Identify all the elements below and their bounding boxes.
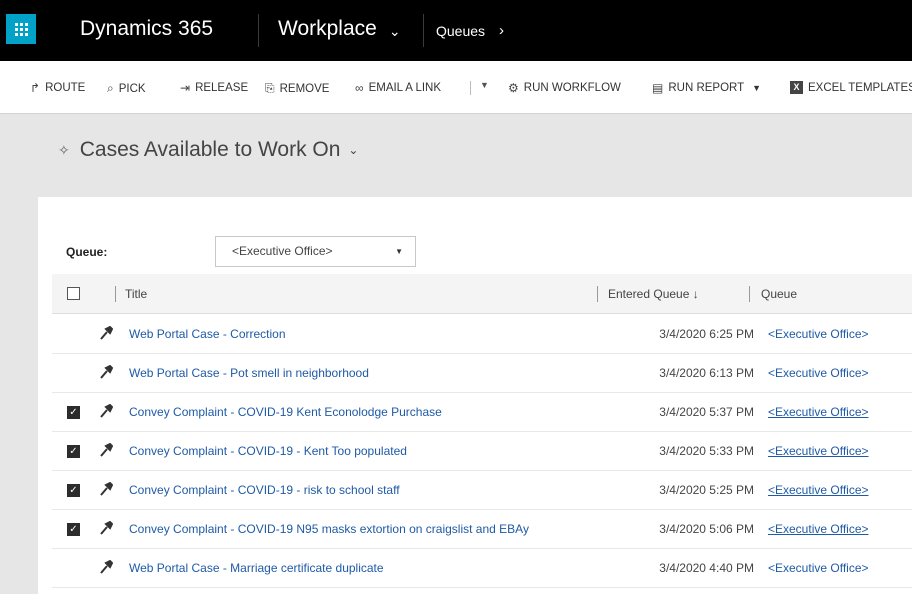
area-label: Workplace xyxy=(278,17,377,40)
excel-templates-button[interactable]: X EXCEL TEMPLATES xyxy=(790,81,912,94)
row-checkbox-checked[interactable]: ✓ xyxy=(67,523,80,536)
table-row[interactable]: ✓ Convey Complaint - COVID-19 - Kent Too… xyxy=(52,432,912,471)
entered-queue-date: 3/4/2020 5:25 PM xyxy=(659,483,754,497)
entered-queue-date: 3/4/2020 6:25 PM xyxy=(659,327,754,341)
queue-filter-label: Queue: xyxy=(66,245,108,259)
chevron-down-icon: ▼ xyxy=(395,247,403,256)
wrench-icon xyxy=(100,326,113,340)
queue-select[interactable]: <Executive Office> ▼ xyxy=(215,236,416,267)
area-switcher[interactable]: Workplace ⌄ xyxy=(278,17,401,41)
entered-queue-date: 3/4/2020 5:33 PM xyxy=(659,444,754,458)
select-all-checkbox[interactable] xyxy=(67,287,80,300)
column-header-title[interactable]: Title xyxy=(125,287,147,301)
route-icon: ↱ xyxy=(30,81,41,95)
view-selector[interactable]: ✧ Cases Available to Work On ⌄ xyxy=(58,138,358,162)
queue-link[interactable]: <Executive Office> xyxy=(768,522,869,536)
wrench-icon xyxy=(100,560,113,574)
wrench-icon xyxy=(100,443,113,457)
table-row[interactable]: Web Portal Case - Marriage certificate d… xyxy=(52,549,912,588)
workflow-icon: ⚙ xyxy=(508,81,519,95)
remove-label: REMOVE xyxy=(279,82,330,95)
queue-link[interactable]: <Executive Office> xyxy=(768,483,869,497)
table-row[interactable]: ✓ Convey Complaint - COVID-19 N95 masks … xyxy=(52,510,912,549)
release-label: RELEASE xyxy=(195,82,249,94)
queue-select-value: <Executive Office> xyxy=(232,244,333,258)
pick-icon: ⌕ xyxy=(107,81,114,95)
wrench-icon xyxy=(100,482,113,496)
column-header-queue[interactable]: Queue xyxy=(761,287,797,301)
queue-link[interactable]: <Executive Office> xyxy=(768,366,869,380)
column-divider[interactable] xyxy=(597,286,598,302)
wrench-icon xyxy=(100,521,113,535)
case-title-link[interactable]: Convey Complaint - COVID-19 Kent Econolo… xyxy=(129,405,442,419)
queue-link[interactable]: <Executive Office> xyxy=(768,327,869,341)
page-title: Cases Available to Work On xyxy=(79,138,341,161)
case-title-link[interactable]: Web Portal Case - Pot smell in neighborh… xyxy=(129,366,369,380)
chevron-down-icon: ▼ xyxy=(752,83,762,93)
chevron-down-icon: ⌄ xyxy=(388,22,401,39)
table-row[interactable]: ✓ Convey Complaint - COVID-19 Kent Econo… xyxy=(52,393,912,432)
breadcrumb-queues[interactable]: Queues › xyxy=(436,22,504,39)
wrench-icon xyxy=(100,365,113,379)
case-title-link[interactable]: Web Portal Case - Marriage certificate d… xyxy=(129,561,384,575)
report-icon: ▤ xyxy=(652,81,664,95)
row-checkbox-checked[interactable]: ✓ xyxy=(67,406,80,419)
excel-icon: X xyxy=(790,81,803,94)
entered-queue-date: 3/4/2020 5:06 PM xyxy=(659,522,754,536)
case-title-link[interactable]: Convey Complaint - COVID-19 - Kent Too p… xyxy=(129,444,407,458)
queue-link[interactable]: <Executive Office> xyxy=(768,444,869,458)
email-link-label: EMAIL A LINK xyxy=(368,82,442,94)
run-workflow-button[interactable]: ⚙ RUN WORKFLOW xyxy=(508,81,621,95)
app-name[interactable]: Dynamics 365 xyxy=(80,17,213,41)
pick-button[interactable]: ⌕ PICK xyxy=(107,81,146,96)
chevron-right-icon: › xyxy=(499,22,505,39)
column-divider[interactable] xyxy=(115,286,116,302)
nav-divider xyxy=(423,14,424,47)
pin-icon[interactable]: ✧ xyxy=(58,142,70,159)
entered-queue-date: 3/4/2020 4:40 PM xyxy=(659,561,754,575)
run-report-label: RUN REPORT xyxy=(668,82,745,94)
nav-divider xyxy=(258,14,259,47)
queue-link[interactable]: <Executive Office> xyxy=(768,405,869,419)
top-navigation-bar: Dynamics 365 Workplace ⌄ Queues › xyxy=(0,0,912,61)
run-workflow-label: RUN WORKFLOW xyxy=(523,82,621,94)
email-link-button[interactable]: ∞ EMAIL A LINK xyxy=(355,81,441,95)
route-button[interactable]: ↱ ROUTE xyxy=(30,81,85,95)
app-launcher-button[interactable] xyxy=(6,14,36,44)
release-button[interactable]: ⇥ RELEASE xyxy=(180,81,248,95)
run-report-button[interactable]: ▤ RUN REPORT ▼ xyxy=(652,81,761,95)
column-header-entered-queue[interactable]: Entered Queue ↓ xyxy=(608,287,699,301)
row-checkbox-checked[interactable]: ✓ xyxy=(67,484,80,497)
route-label: ROUTE xyxy=(45,82,86,94)
command-divider xyxy=(470,81,471,95)
case-title-link[interactable]: Convey Complaint - COVID-19 - risk to sc… xyxy=(129,483,400,497)
remove-button[interactable]: ⎘ REMOVE xyxy=(265,81,329,96)
release-icon: ⇥ xyxy=(180,81,191,95)
chevron-down-icon: ⌄ xyxy=(348,143,359,157)
more-commands-dropdown[interactable]: ▼ xyxy=(480,80,489,90)
entered-queue-date: 3/4/2020 6:13 PM xyxy=(659,366,754,380)
pick-label: PICK xyxy=(118,82,146,95)
entered-queue-date: 3/4/2020 5:37 PM xyxy=(659,405,754,419)
command-bar: ↱ ROUTE ⌕ PICK ⇥ RELEASE ⎘ REMOVE ∞ EMAI… xyxy=(0,61,912,114)
table-row[interactable]: Web Portal Case - Correction 3/4/2020 6:… xyxy=(52,315,912,354)
case-title-link[interactable]: Web Portal Case - Correction xyxy=(129,327,286,341)
waffle-icon xyxy=(14,22,28,36)
breadcrumb-label: Queues xyxy=(436,22,486,39)
table-row[interactable]: Web Portal Case - Pot smell in neighborh… xyxy=(52,354,912,393)
remove-icon: ⎘ xyxy=(265,81,275,95)
case-title-link[interactable]: Convey Complaint - COVID-19 N95 masks ex… xyxy=(129,522,529,536)
grid-header: Title Entered Queue ↓ Queue xyxy=(52,274,912,314)
excel-templates-label: EXCEL TEMPLATES xyxy=(808,81,912,94)
wrench-icon xyxy=(100,404,113,418)
link-icon: ∞ xyxy=(355,81,364,95)
row-checkbox-checked[interactable]: ✓ xyxy=(67,445,80,458)
queue-link[interactable]: <Executive Office> xyxy=(768,561,869,575)
table-row[interactable]: ✓ Convey Complaint - COVID-19 - risk to … xyxy=(52,471,912,510)
column-divider[interactable] xyxy=(749,286,750,302)
